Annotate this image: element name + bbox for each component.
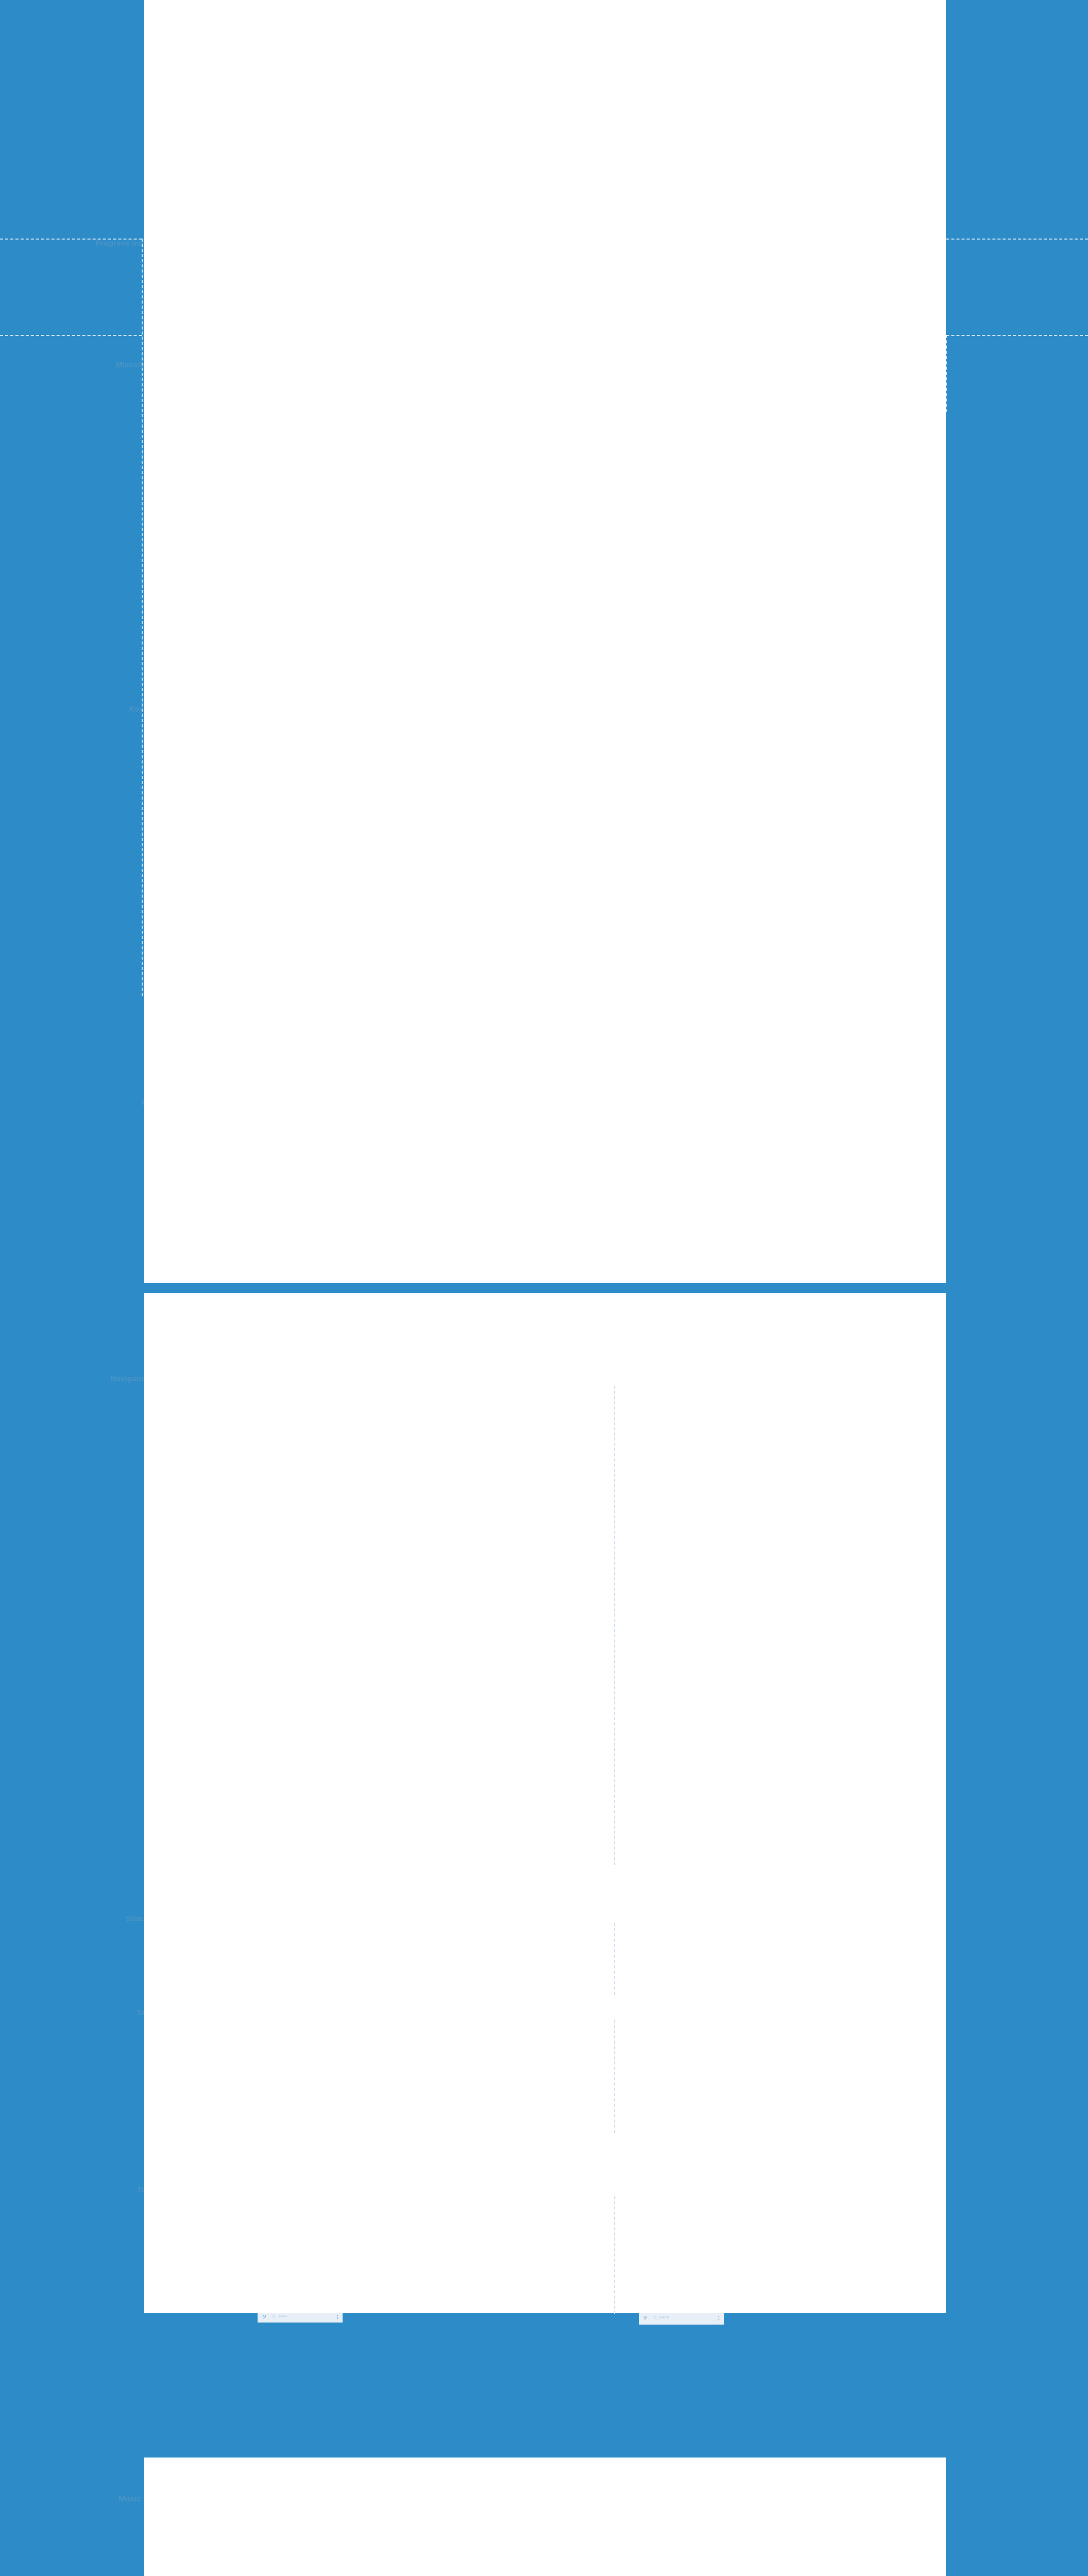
kebab-menu-icon[interactable] <box>337 2314 338 2319</box>
search-icon <box>273 2315 276 2318</box>
guide-line-vertical <box>946 335 947 412</box>
sheet-components <box>144 0 946 1283</box>
kebab-menu-icon[interactable] <box>718 2315 720 2320</box>
device-divider <box>614 2196 615 2314</box>
toolbar-search-field[interactable]: Search <box>269 2313 334 2320</box>
toolbar-search-field[interactable]: Search <box>650 2314 715 2321</box>
link-icon[interactable] <box>262 2315 266 2319</box>
link-icon[interactable] <box>643 2316 647 2320</box>
device-divider <box>614 1386 615 1865</box>
guide-line-vertical <box>142 239 143 996</box>
sheet-music <box>144 2458 946 2576</box>
device-divider <box>614 1923 615 1995</box>
ui-kit-page: Title i Title ✓ Title i › › Delete › Act… <box>0 0 1088 2576</box>
sheet-devices <box>144 1293 946 2313</box>
search-icon <box>654 2316 657 2319</box>
device-divider <box>614 2020 615 2133</box>
guide-line-horizontal <box>0 239 1088 240</box>
guide-line-horizontal <box>0 335 1088 336</box>
